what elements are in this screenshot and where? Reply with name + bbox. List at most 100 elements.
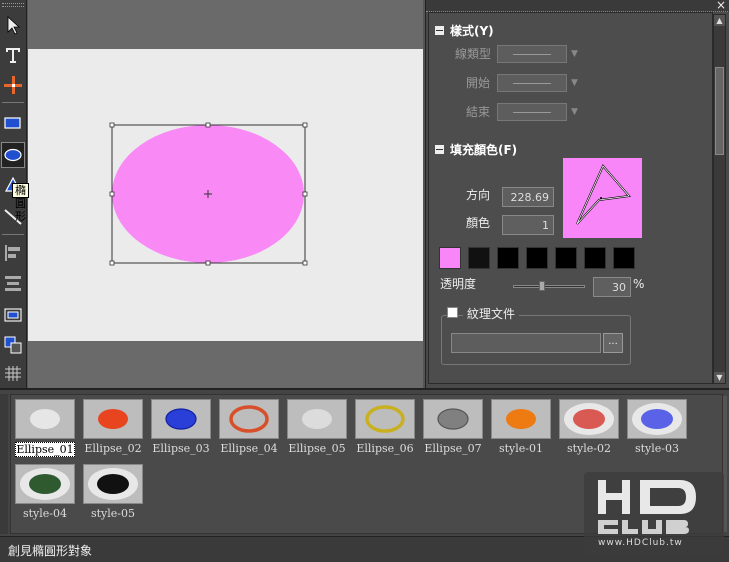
library-item[interactable]: style-02 xyxy=(559,399,619,455)
color-swatch[interactable] xyxy=(497,247,519,269)
library-thumbnail[interactable] xyxy=(83,464,143,504)
library-item[interactable]: style-01 xyxy=(491,399,551,455)
color-swatch[interactable] xyxy=(526,247,548,269)
toolbar-grip[interactable] xyxy=(2,3,24,7)
library-thumbnail[interactable] xyxy=(491,399,551,439)
ellipse-style-icon xyxy=(30,409,60,429)
crop-icon xyxy=(4,76,22,94)
library-thumbnail[interactable] xyxy=(423,399,483,439)
library-thumbnail[interactable] xyxy=(15,399,75,439)
start-label: 開始 xyxy=(466,76,491,90)
library-thumbnail[interactable] xyxy=(151,399,211,439)
color-swatch[interactable] xyxy=(468,247,490,269)
library-thumbnail[interactable] xyxy=(559,399,619,439)
ellipse-icon xyxy=(4,148,22,162)
percent-unit: % xyxy=(633,277,645,291)
library-item[interactable]: style-05 xyxy=(83,464,143,520)
color-label: 顏色 xyxy=(466,216,491,230)
start-arrow-combo[interactable] xyxy=(497,74,567,92)
texture-checkbox[interactable] xyxy=(447,307,458,318)
ellipse-tool[interactable] xyxy=(1,142,25,168)
library-thumbnail[interactable] xyxy=(287,399,347,439)
crop-tool[interactable] xyxy=(1,72,25,98)
transparency-input[interactable]: 30 xyxy=(593,277,631,297)
rectangle-tool[interactable] xyxy=(1,110,25,136)
ellipse-style-icon xyxy=(632,403,682,435)
end-arrow-combo[interactable] xyxy=(497,103,567,121)
library-item[interactable]: Ellipse_03 xyxy=(151,399,211,455)
library-thumbnail[interactable] xyxy=(219,399,279,439)
library-item[interactable]: Ellipse_02 xyxy=(83,399,143,455)
arrange-icon xyxy=(4,336,22,354)
arrange-tool[interactable] xyxy=(1,332,25,358)
line-type-label: 線類型 xyxy=(455,47,492,61)
color-swatch[interactable] xyxy=(584,247,606,269)
library-item[interactable]: Ellipse_05 xyxy=(287,399,347,455)
distribute-tool[interactable] xyxy=(1,270,25,296)
library-item-label: Ellipse_01 xyxy=(15,442,75,457)
rectangle-icon xyxy=(4,117,21,129)
tool-tooltip: 橢圓形 xyxy=(12,183,29,223)
chevron-down-icon[interactable]: ▼ xyxy=(571,79,581,88)
align-icon xyxy=(5,245,20,261)
library-item[interactable]: style-03 xyxy=(627,399,687,455)
color-input[interactable]: 1 xyxy=(502,215,554,235)
library-item[interactable]: Ellipse_07 xyxy=(423,399,483,455)
library-thumbnail[interactable] xyxy=(83,399,143,439)
library-thumbnail[interactable] xyxy=(627,399,687,439)
library-thumbnail[interactable] xyxy=(15,464,75,504)
color-swatch[interactable] xyxy=(555,247,577,269)
color-swatch[interactable] xyxy=(613,247,635,269)
distribute-icon xyxy=(5,276,21,291)
hdclub-logo-graphic xyxy=(598,480,696,534)
ellipse-style-icon xyxy=(365,405,405,433)
group-tool[interactable] xyxy=(1,302,25,328)
transparency-slider-thumb[interactable] xyxy=(539,281,545,291)
library-item[interactable]: Ellipse_01 xyxy=(15,399,75,457)
library-item[interactable]: Ellipse_04 xyxy=(219,399,279,455)
select-tool[interactable] xyxy=(1,12,25,38)
direction-input[interactable]: 228.69 xyxy=(502,187,554,207)
library-handle xyxy=(0,394,8,534)
canvas-area[interactable] xyxy=(28,0,423,388)
library-item-label: Ellipse_03 xyxy=(152,442,210,455)
style-section-header[interactable]: 樣式(Y) xyxy=(435,22,494,39)
library-item[interactable]: style-04 xyxy=(15,464,75,520)
toolbar-separator xyxy=(2,102,24,103)
line-type-combo[interactable] xyxy=(497,45,567,63)
transparency-label: 透明度 xyxy=(440,277,477,291)
texture-label: 紋理文件 xyxy=(463,305,520,322)
chevron-down-icon[interactable]: ▼ xyxy=(571,108,581,117)
grid-tool[interactable] xyxy=(1,360,25,386)
library-item[interactable]: Ellipse_06 xyxy=(355,399,415,455)
tool-palette: 橢圓形 xyxy=(0,0,29,388)
group-icon xyxy=(4,308,22,322)
align-tool[interactable] xyxy=(1,240,25,266)
properties-content: 樣式(Y) 線類型 ▼ 開始 ▼ 結束 ▼ 填充顏色(F) 方向 228.69 … xyxy=(428,12,713,384)
text-tool[interactable] xyxy=(1,42,25,68)
canvas-page[interactable] xyxy=(28,49,423,341)
scrollbar-thumb[interactable] xyxy=(715,67,724,155)
grid-icon xyxy=(5,366,21,381)
gradient-direction-preview[interactable] xyxy=(563,158,642,238)
library-item-label: Ellipse_07 xyxy=(424,442,482,455)
scroll-up-icon[interactable]: ▲ xyxy=(714,15,725,26)
fill-section-header[interactable]: 填充顏色(F) xyxy=(435,141,517,158)
collapse-minus-icon[interactable] xyxy=(435,145,444,154)
close-icon[interactable]: × xyxy=(716,0,726,12)
ellipse-style-icon xyxy=(302,409,332,429)
color-swatch[interactable] xyxy=(439,247,461,269)
ellipse-style-icon xyxy=(506,409,536,429)
library-thumbnail[interactable] xyxy=(355,399,415,439)
texture-file-input[interactable] xyxy=(451,333,601,353)
chevron-down-icon[interactable]: ▼ xyxy=(571,50,581,59)
browse-button[interactable]: ... xyxy=(603,333,623,353)
style-section-title: 樣式(Y) xyxy=(450,24,494,38)
transparency-slider[interactable] xyxy=(513,285,585,288)
collapse-minus-icon[interactable] xyxy=(435,26,444,35)
canvas-svg[interactable] xyxy=(28,49,423,341)
panel-scrollbar[interactable]: ▲ ▼ xyxy=(713,14,726,384)
ellipse-style-icon xyxy=(564,403,614,435)
scroll-down-icon[interactable]: ▼ xyxy=(714,372,725,383)
app-window: 橢圓形 × 樣式(Y) 線類型 ▼ 開始 ▼ 結束 ▼ 填充顏色(F) 方向 2… xyxy=(0,0,729,562)
